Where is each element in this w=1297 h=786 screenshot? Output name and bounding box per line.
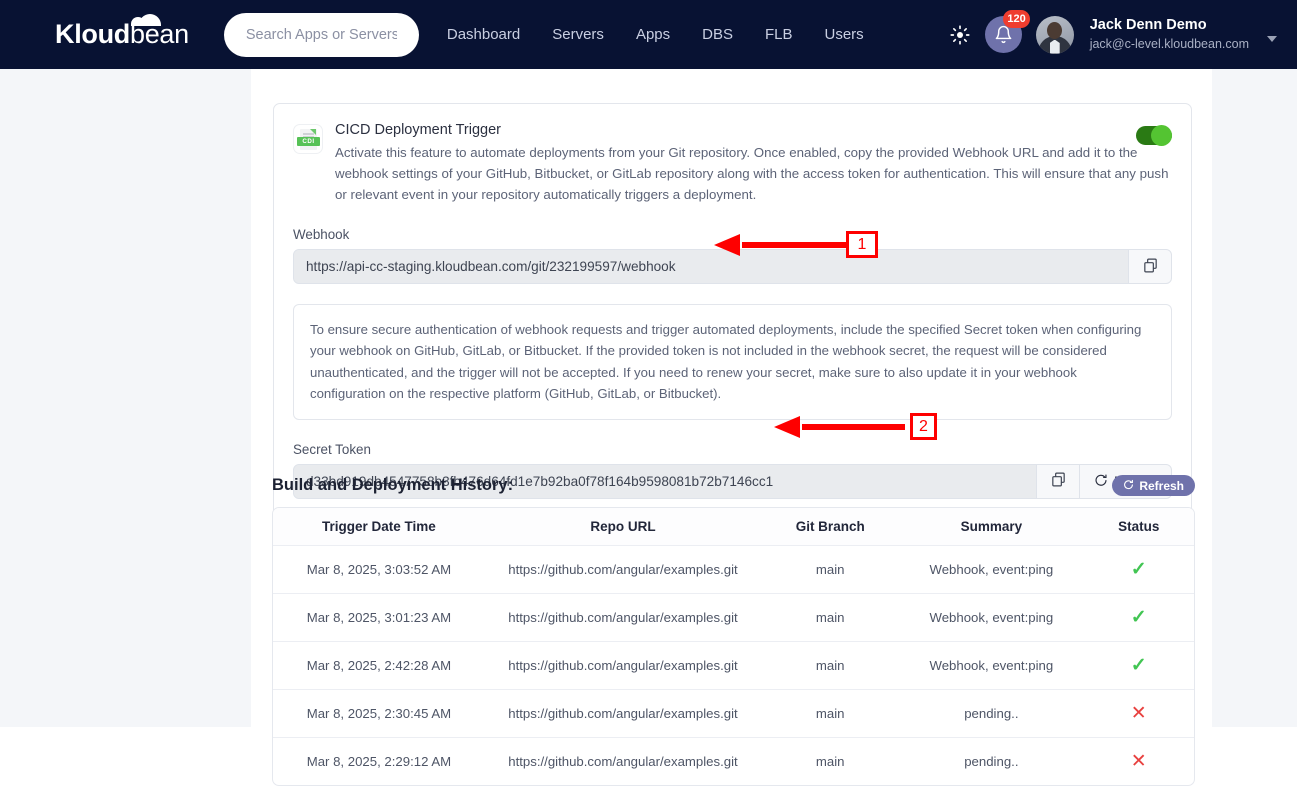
cicd-card-description: Activate this feature to automate deploy… — [335, 145, 1169, 202]
notification-count-badge: 120 — [1003, 10, 1030, 28]
cell-summary: Webhook, event:ping — [899, 593, 1084, 642]
copy-icon — [1142, 257, 1159, 277]
column-header-summary: Summary — [899, 508, 1084, 546]
page-background: CDI CICD Deployment Trigger Activate thi… — [0, 69, 1297, 786]
status-failed-icon: ✕ — [1130, 751, 1147, 772]
user-name: Jack Denn Demo — [1089, 17, 1207, 34]
cell-summary: pending.. — [899, 689, 1084, 738]
history-header: Build and Deployment History: Refresh — [272, 475, 1195, 496]
primary-nav: Dashboard Servers Apps DBS FLB Users — [447, 26, 864, 43]
cell-summary: Webhook, event:ping — [899, 545, 1084, 594]
annotation-number-1: 1 — [846, 231, 878, 258]
sun-icon[interactable] — [949, 24, 971, 46]
nav-item-dbs[interactable]: DBS — [702, 26, 733, 43]
refresh-history-button[interactable]: Refresh — [1112, 475, 1195, 496]
cell-repo-url: https://github.com/angular/examples.git — [484, 689, 762, 738]
cell-status: ✓ — [1083, 545, 1194, 594]
cell-repo-url: https://github.com/angular/examples.git — [484, 641, 762, 690]
cicd-deployment-trigger-card: CDI CICD Deployment Trigger Activate thi… — [273, 103, 1192, 522]
top-navigation-bar: Kloudbean Dashboard Servers Apps DBS FLB… — [0, 0, 1297, 69]
secret-token-notice: To ensure secure authentication of webho… — [293, 304, 1172, 420]
copy-webhook-button[interactable] — [1128, 250, 1171, 283]
main-content-panel: CDI CICD Deployment Trigger Activate thi… — [251, 69, 1212, 786]
column-header-repo-url: Repo URL — [484, 508, 762, 546]
refresh-label: Refresh — [1139, 478, 1184, 493]
build-deployment-history-table: Trigger Date Time Repo URL Git Branch Su… — [272, 507, 1195, 786]
cell-git-branch: main — [761, 593, 900, 642]
history-title: Build and Deployment History: — [272, 476, 514, 494]
cell-trigger-date-time: Mar 8, 2025, 2:29:12 AM — [273, 737, 485, 785]
table-row[interactable]: Mar 8, 2025, 2:42:28 AM https://github.co… — [273, 641, 1194, 690]
webhook-label: Webhook — [293, 227, 350, 242]
table-row[interactable]: Mar 8, 2025, 3:01:23 AM https://github.co… — [273, 593, 1194, 642]
status-success-icon: ✓ — [1130, 559, 1147, 580]
nav-item-users[interactable]: Users — [825, 26, 864, 43]
status-failed-icon: ✕ — [1130, 703, 1147, 724]
refresh-icon — [1123, 479, 1134, 493]
cicd-card-title: CICD Deployment Trigger — [335, 122, 501, 138]
avatar[interactable] — [1035, 15, 1074, 54]
cell-trigger-date-time: Mar 8, 2025, 2:42:28 AM — [273, 641, 485, 690]
cdi-document-icon: CDI — [293, 124, 323, 154]
history-table: Trigger Date Time Repo URL Git Branch Su… — [273, 508, 1194, 785]
topbar-right-cluster: 120 Jack Denn Demo jack@c-level.kloudbea… — [949, 0, 1277, 69]
cicd-card-header: CDI CICD Deployment Trigger Activate thi… — [293, 122, 1172, 205]
nav-item-dashboard[interactable]: Dashboard — [447, 26, 520, 43]
cell-git-branch: main — [761, 737, 900, 785]
chevron-down-icon[interactable] — [1267, 35, 1277, 42]
secret-token-label: Secret Token — [293, 441, 371, 457]
search-input[interactable] — [223, 12, 419, 57]
nav-item-flb[interactable]: FLB — [765, 26, 793, 43]
toggle-knob — [1151, 125, 1172, 146]
column-header-trigger-date-time: Trigger Date Time — [273, 508, 485, 546]
cdi-tag-label: CDI — [297, 137, 320, 146]
cell-status: ✕ — [1083, 737, 1194, 785]
logo-text-bold: Kloud — [55, 19, 130, 49]
document-fold — [310, 129, 316, 135]
table-row[interactable]: Mar 8, 2025, 2:30:45 AM https://github.co… — [273, 689, 1194, 738]
status-success-icon: ✓ — [1130, 655, 1147, 676]
nav-item-apps[interactable]: Apps — [636, 26, 670, 43]
cell-git-branch: main — [761, 689, 900, 738]
table-header-row: Trigger Date Time Repo URL Git Branch Su… — [273, 508, 1194, 546]
nav-item-servers[interactable]: Servers — [552, 26, 604, 43]
cell-status: ✓ — [1083, 593, 1194, 642]
cell-trigger-date-time: Mar 8, 2025, 3:01:23 AM — [273, 593, 485, 642]
cicd-enable-toggle[interactable] — [1136, 125, 1172, 146]
cell-repo-url: https://github.com/angular/examples.git — [484, 593, 762, 642]
column-header-git-branch: Git Branch — [761, 508, 900, 546]
user-email: jack@c-level.kloudbean.com — [1089, 36, 1249, 51]
annotation-number-2: 2 — [910, 413, 937, 440]
cell-status: ✓ — [1083, 641, 1194, 690]
cell-status: ✕ — [1083, 689, 1194, 738]
cell-summary: Webhook, event:ping — [899, 641, 1084, 690]
cell-trigger-date-time: Mar 8, 2025, 3:03:52 AM — [273, 545, 485, 594]
history-table-body: Mar 8, 2025, 3:03:52 AM https://github.co… — [273, 545, 1194, 785]
table-row[interactable]: Mar 8, 2025, 3:03:52 AM https://github.co… — [273, 545, 1194, 594]
webhook-url-input[interactable] — [294, 250, 1128, 283]
user-info[interactable]: Jack Denn Demo jack@c-level.kloudbean.co… — [1090, 16, 1249, 52]
cloud-icon — [131, 14, 161, 26]
cell-git-branch: main — [761, 641, 900, 690]
cell-summary: pending.. — [899, 737, 1084, 785]
cell-repo-url: https://github.com/angular/examples.git — [484, 737, 762, 785]
cell-trigger-date-time: Mar 8, 2025, 2:30:45 AM — [273, 689, 485, 738]
avatar-head — [1047, 21, 1063, 39]
notifications-button[interactable]: 120 — [984, 10, 1030, 53]
cell-git-branch: main — [761, 545, 900, 594]
table-row[interactable]: Mar 8, 2025, 2:29:12 AM https://github.co… — [273, 737, 1194, 785]
status-success-icon: ✓ — [1130, 607, 1147, 628]
webhook-url-field[interactable] — [293, 249, 1172, 284]
cell-repo-url: https://github.com/angular/examples.git — [484, 545, 762, 594]
kloudbean-logo[interactable]: Kloudbean — [55, 14, 189, 50]
history-table-head: Trigger Date Time Repo URL Git Branch Su… — [273, 508, 1194, 546]
column-header-status: Status — [1083, 508, 1194, 546]
